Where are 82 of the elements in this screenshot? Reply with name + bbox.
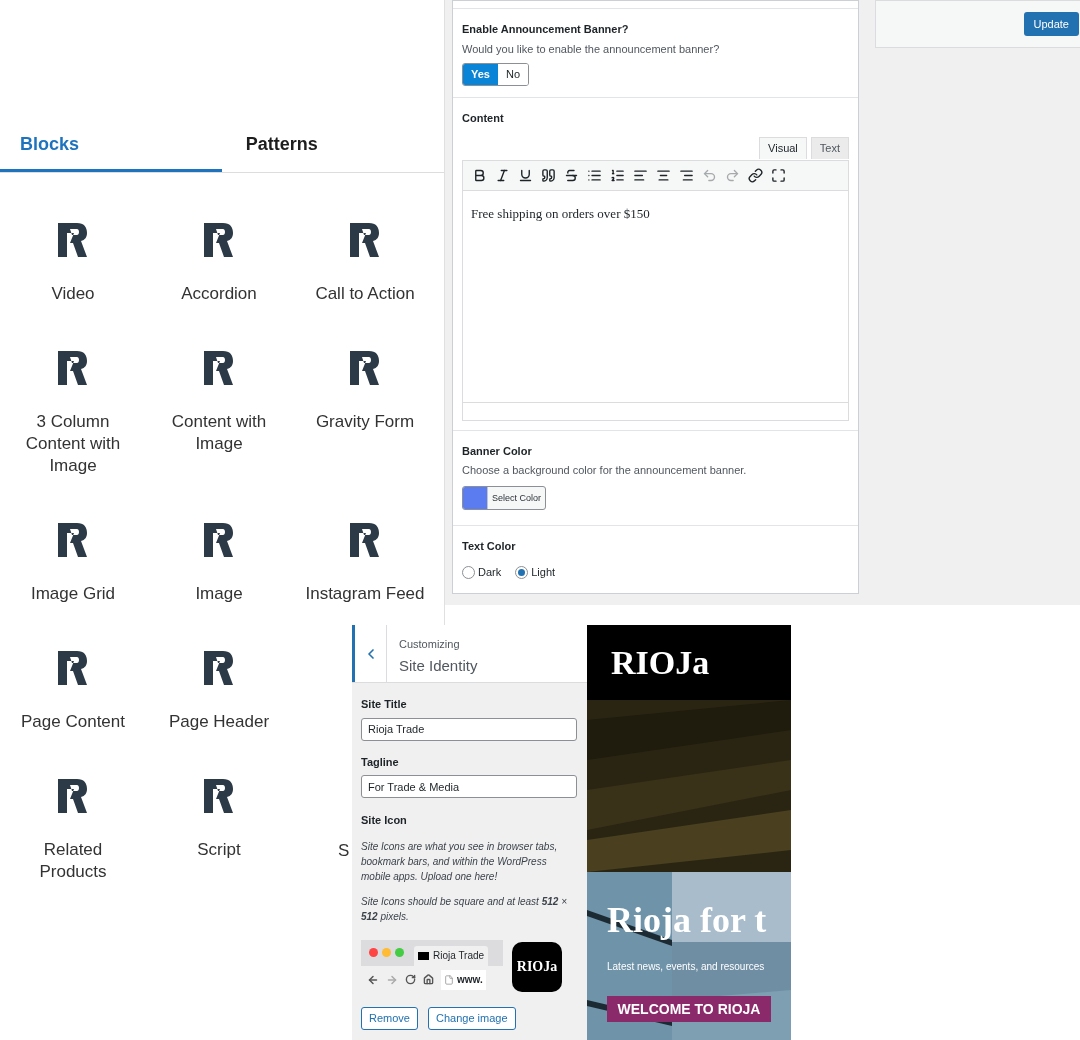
block-label[interactable]: Related Products	[0, 839, 146, 883]
letter-r-icon	[350, 223, 380, 257]
link-icon[interactable]	[748, 167, 763, 183]
block-label[interactable]: Page Header	[160, 711, 278, 733]
hero-subheading: Latest news, events, and resources	[607, 960, 766, 974]
letter-r-icon	[204, 351, 234, 385]
letter-r-icon	[58, 651, 88, 685]
back-button[interactable]	[352, 625, 387, 682]
field-description: Would you like to enable the announcement banner?	[462, 41, 721, 57]
welcome-button[interactable]: WELCOME TO RIOJA	[607, 996, 771, 1022]
underline-icon[interactable]	[518, 167, 533, 183]
field-label: Site Title	[361, 697, 408, 712]
site-logo: RIOJa	[611, 643, 710, 683]
field-description: Choose a background color for the announcement banner.	[462, 463, 748, 478]
block-label[interactable]: S	[338, 841, 350, 860]
inserter-tab[interactable]: Patterns	[221, 120, 444, 172]
reload-icon	[405, 974, 416, 985]
block-label[interactable]: Image	[187, 583, 251, 605]
help-text: Site Icons should be square and at least 512 × 512 pixels.	[361, 894, 568, 924]
align-left-icon[interactable]	[633, 167, 648, 183]
letter-r-icon	[204, 223, 234, 257]
block-label[interactable]: 3 Column Content with Image	[0, 411, 146, 477]
radio-label: Light	[531, 565, 556, 580]
back-arrow-icon	[367, 973, 379, 986]
field-label: Content	[462, 111, 505, 126]
block-label[interactable]: Script	[189, 839, 249, 861]
address-text: www.	[457, 973, 483, 987]
inserter-tab[interactable]: Blocks	[0, 120, 222, 172]
block-label[interactable]: Gravity Form	[307, 411, 423, 433]
numbered-list-icon[interactable]	[610, 167, 625, 183]
letter-r-icon	[58, 779, 88, 813]
tab-title: Rioja Trade	[433, 949, 485, 963]
field-label: Text Color	[462, 538, 517, 554]
color-picker-button[interactable]: Select Color	[462, 485, 547, 510]
editor-tab[interactable]: Visual	[759, 136, 807, 159]
fullscreen-icon[interactable]	[771, 167, 786, 183]
align-right-icon[interactable]	[679, 167, 694, 183]
section-title: Site Identity	[399, 655, 478, 676]
help-text: Site Icons are what you see in browser tabs, bookmark bars, and within the WordPress mobile apps. Upload one here!	[361, 839, 559, 884]
align-center-icon[interactable]	[656, 167, 671, 183]
editor-tab[interactable]: Text	[810, 136, 849, 159]
image-button[interactable]: Remove	[361, 1006, 418, 1030]
block-label[interactable]: Content with Image	[146, 411, 292, 455]
block-label[interactable]: Video	[43, 283, 103, 305]
field-label: Site Icon	[361, 813, 408, 828]
letter-r-icon	[58, 351, 88, 385]
field-label: Enable Announcement Banner?	[462, 22, 630, 37]
letter-r-icon	[58, 223, 88, 257]
radio-label: Dark	[478, 565, 502, 580]
letter-r-icon	[204, 651, 234, 685]
hero-heading: Rioja for t	[607, 900, 768, 940]
block-label[interactable]: Call to Action	[307, 283, 423, 305]
bold-icon[interactable]	[472, 167, 487, 183]
forward-arrow-icon	[386, 973, 398, 986]
breadcrumb: Customizing	[399, 637, 461, 652]
update-button[interactable]: Update	[1023, 12, 1079, 36]
image-button[interactable]: Change image	[427, 1006, 516, 1030]
select-color-label: Select Color	[487, 486, 546, 509]
page-icon	[444, 974, 454, 985]
radio-button[interactable]	[515, 565, 529, 579]
home-icon	[423, 974, 434, 985]
text-field[interactable]: Rioja Trade	[361, 717, 577, 741]
block-label[interactable]: Page Content	[13, 711, 133, 733]
letter-r-icon	[204, 523, 234, 557]
text-field[interactable]: For Trade & Media	[361, 775, 577, 798]
strikethrough-icon[interactable]	[564, 167, 579, 183]
favicon-icon	[418, 951, 429, 960]
site-icon-logo: RIOJa	[516, 958, 558, 976]
letter-r-icon	[350, 523, 380, 557]
quote-icon[interactable]	[541, 167, 556, 183]
block-label[interactable]: Image Grid	[22, 583, 124, 605]
field-label: Banner Color	[462, 443, 533, 459]
radio-button[interactable]	[462, 565, 475, 579]
letter-r-icon	[350, 351, 380, 385]
letter-r-icon	[58, 523, 88, 557]
bullet-list-icon[interactable]	[587, 167, 602, 183]
field-label: Tagline	[361, 754, 400, 770]
block-label[interactable]: Accordion	[173, 283, 265, 305]
toggle-option[interactable]: Yes	[463, 64, 498, 85]
italic-icon[interactable]	[495, 167, 510, 183]
block-label[interactable]: Instagram Feed	[297, 583, 433, 605]
letter-r-icon	[204, 779, 234, 813]
